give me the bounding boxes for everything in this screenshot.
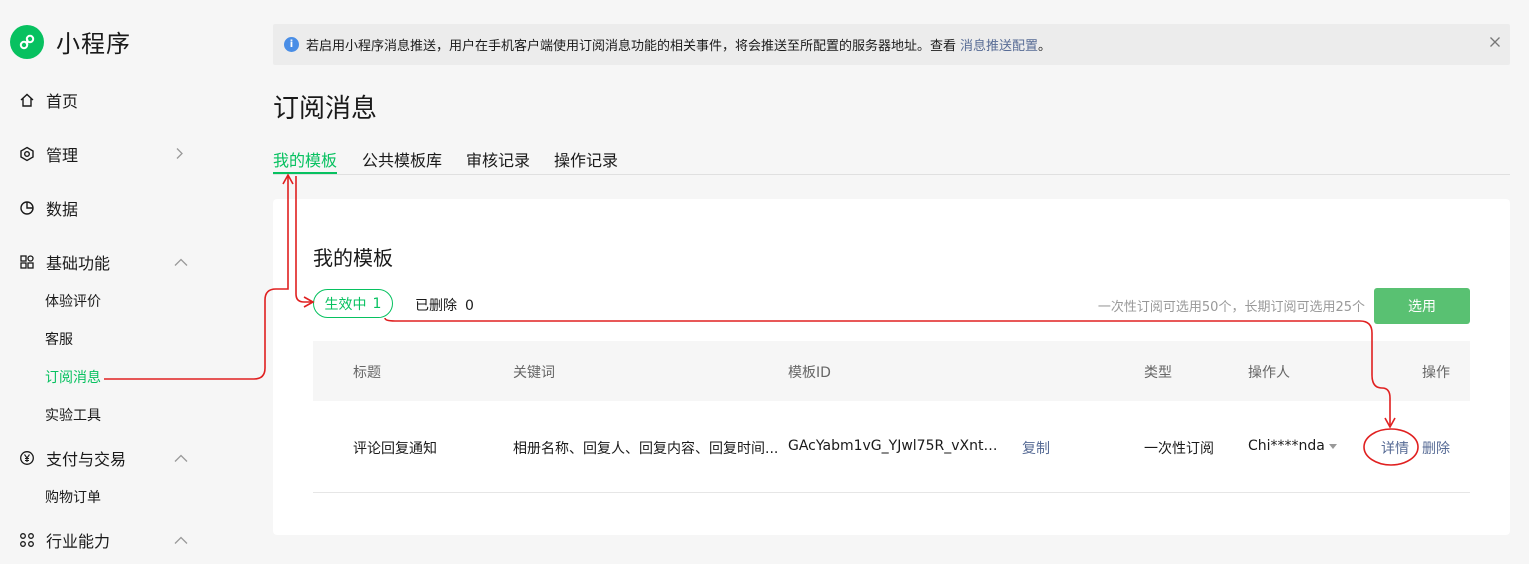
sidebar-item-feedback[interactable]: 体验评价 — [45, 291, 101, 311]
th-type: 类型 — [1144, 365, 1172, 381]
sidebar-item-experiment-tools[interactable]: 实验工具 — [45, 405, 101, 425]
nav-label: 数据 — [46, 200, 79, 219]
card-title: 我的模板 — [313, 246, 393, 270]
nav-item-manage[interactable]: 管理 — [18, 142, 183, 166]
delete-link[interactable]: 删除 — [1422, 438, 1450, 458]
push-config-link[interactable]: 消息推送配置 — [960, 35, 1038, 54]
chevron-up-icon — [174, 449, 188, 468]
nav-label: 首页 — [46, 92, 79, 111]
annotation-arrowhead — [282, 173, 294, 185]
templates-card: 我的模板 生效中 1 已删除 0 一次性订阅可选用50个，长期订阅可选用25个 选… — [273, 199, 1510, 535]
detail-link[interactable]: 详情 — [1381, 438, 1409, 458]
cell-keywords: 相册名称、回复人、回复内容、回复时间... — [513, 441, 779, 457]
filter-active-pill[interactable]: 生效中 1 — [313, 289, 393, 318]
nav-label: 支付与交易 — [46, 450, 127, 469]
tab-bar: 我的模板 公共模板库 审核记录 操作记录 — [273, 145, 1510, 175]
table-row: 评论回复通知 相册名称、回复人、回复内容、回复时间... GAcYabm1vG_… — [313, 401, 1470, 493]
cell-title: 评论回复通知 — [353, 441, 437, 457]
sidebar-item-shopping-orders[interactable]: 购物订单 — [45, 487, 101, 507]
apps-icon — [18, 253, 36, 271]
th-template-id: 模板ID — [788, 365, 831, 381]
yuan-icon — [18, 449, 36, 467]
active-count: 1 — [372, 295, 382, 312]
tab-my-templates[interactable]: 我的模板 — [273, 147, 337, 171]
nav-item-data[interactable]: 数据 — [18, 196, 78, 220]
nav-item-basic[interactable]: 基础功能 — [18, 250, 188, 274]
sidebar: 小程序 首页 管理 数据 基础功能 体验评价 客服 订阅消息 实验工具 支付与交… — [0, 0, 240, 564]
info-icon: i — [284, 37, 299, 52]
operator-dropdown[interactable]: Chi****nda — [1248, 438, 1337, 454]
pie-chart-icon — [18, 199, 36, 217]
active-label: 生效中 — [324, 296, 367, 313]
operator-name: Chi****nda — [1248, 438, 1325, 454]
th-operator: 操作人 — [1248, 365, 1290, 381]
caret-down-icon — [1328, 443, 1337, 449]
th-title: 标题 — [353, 365, 381, 381]
sidebar-item-subscribe-message[interactable]: 订阅消息 — [45, 367, 101, 387]
nav-item-pay[interactable]: 支付与交易 — [18, 446, 188, 470]
notice-end: 。 — [1038, 39, 1052, 54]
select-template-button[interactable]: 选用 — [1374, 288, 1470, 324]
th-keywords: 关键词 — [513, 365, 555, 381]
deleted-count: 0 — [465, 298, 474, 314]
page-title: 订阅消息 — [273, 94, 378, 124]
nav-item-home[interactable]: 首页 — [18, 88, 78, 112]
nav-item-industry[interactable]: 行业能力 — [18, 528, 188, 552]
quota-hint: 一次性订阅可选用50个，长期订阅可选用25个 — [1097, 300, 1365, 315]
copy-link[interactable]: 复制 — [1022, 438, 1050, 458]
chevron-right-icon — [174, 145, 184, 164]
table-header: 标题 关键词 模板ID 类型 操作人 操作 — [313, 341, 1470, 401]
close-icon[interactable] — [1489, 36, 1501, 52]
brand[interactable]: 小程序 — [10, 24, 131, 59]
cell-type: 一次性订阅 — [1144, 441, 1214, 457]
nav-label: 管理 — [46, 146, 79, 165]
tab-public-library[interactable]: 公共模板库 — [362, 147, 442, 171]
notice-bar: i 若启用小程序消息推送，用户在手机客户端使用订阅消息功能的相关事件，将会推送至… — [273, 24, 1510, 65]
industry-icon — [18, 531, 36, 549]
sidebar-item-customer-service[interactable]: 客服 — [45, 329, 73, 349]
miniprogram-logo-icon — [10, 24, 44, 59]
chevron-up-icon — [174, 253, 188, 272]
th-actions: 操作 — [1422, 365, 1450, 381]
filter-deleted[interactable]: 已删除 0 — [415, 295, 474, 315]
chevron-up-icon — [174, 531, 188, 550]
tab-active-indicator — [273, 172, 337, 174]
cell-template-id: GAcYabm1vG_YJwl75R_vXntgq... — [788, 438, 1003, 454]
nav-label: 基础功能 — [46, 254, 111, 273]
home-icon — [18, 91, 36, 109]
notice-text: 若启用小程序消息推送，用户在手机客户端使用订阅消息功能的相关事件，将会推送至所配… — [306, 39, 957, 54]
nav-label: 行业能力 — [46, 532, 111, 551]
tab-operation-records[interactable]: 操作记录 — [554, 147, 618, 171]
settings-icon — [18, 145, 36, 163]
tab-review-records[interactable]: 审核记录 — [466, 147, 530, 171]
deleted-label: 已删除 — [415, 298, 457, 314]
brand-name: 小程序 — [56, 30, 131, 58]
